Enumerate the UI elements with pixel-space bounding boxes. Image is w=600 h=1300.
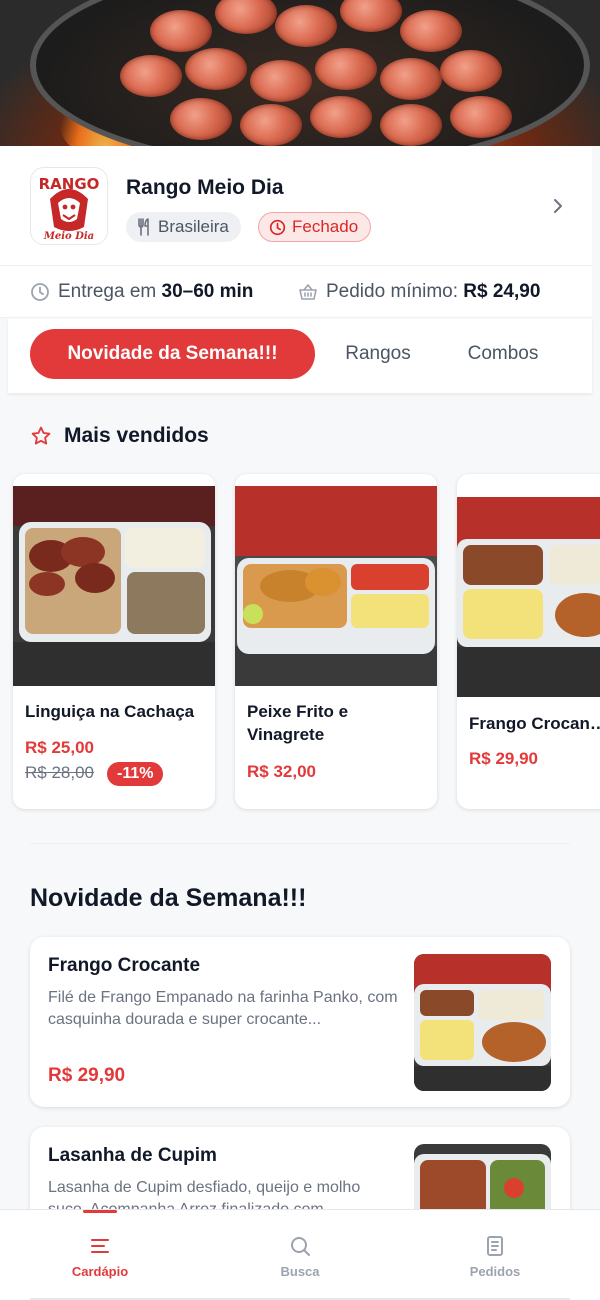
- basket-icon: [299, 283, 317, 300]
- product-image: [235, 486, 437, 686]
- product-card[interactable]: Peixe Frito e Vinagrete R$ 32,00: [235, 474, 437, 809]
- nav-busca[interactable]: Busca: [200, 1210, 400, 1300]
- active-indicator: [83, 1210, 117, 1213]
- category-tabs: Novidade da Semana!!! Rangos Combos: [8, 319, 592, 393]
- status-label: Fechado: [292, 217, 359, 236]
- search-icon: [291, 1237, 310, 1256]
- status-badge: Fechado: [258, 212, 372, 242]
- product-image: [457, 497, 600, 697]
- nav-label: Pedidos: [469, 1264, 521, 1279]
- store-header[interactable]: RANGO Meio Dia Rango Meio Dia Brasileira…: [0, 146, 592, 266]
- nav-label: Busca: [280, 1264, 320, 1279]
- tab-combos[interactable]: Combos: [458, 329, 548, 379]
- clock-icon: [269, 219, 286, 235]
- eta-value: 30–60 min: [161, 280, 254, 302]
- product-price: R$ 25,00: [25, 738, 94, 757]
- product-price: R$ 32,00: [247, 762, 316, 781]
- menu-item-image: [414, 954, 551, 1091]
- best-sellers-heading: Mais vendidos: [30, 424, 209, 448]
- menu-item-card[interactable]: Frango Crocante Filé de Frango Empanado …: [30, 937, 570, 1107]
- delivery-info: Entrega em 30–60 min Pedido mínimo: R$ 2…: [0, 266, 592, 318]
- tab-rangos[interactable]: Rangos: [336, 329, 420, 379]
- nav-label: Cardápio: [71, 1264, 129, 1279]
- product-name: Peixe Frito e Vinagrete: [247, 702, 349, 744]
- menu-item-title: Frango Crocante: [48, 955, 201, 976]
- product-name: Frango Crocan…: [469, 714, 600, 733]
- minimum-order: Pedido mínimo: R$ 24,90: [298, 281, 540, 303]
- cuisine-label: Brasileira: [158, 217, 229, 236]
- menu-item-description: Filé de Frango Empanado na farinha Panko…: [48, 989, 398, 1028]
- weekly-heading: Novidade da Semana!!!: [30, 884, 307, 912]
- product-old-price: R$ 28,00: [25, 763, 94, 782]
- hero-banner: [0, 0, 600, 146]
- discount-badge: -11%: [107, 762, 164, 786]
- product-card[interactable]: Linguiça na Cachaça R$ 25,00 R$ 28,00 -1…: [13, 474, 215, 809]
- star-icon: [31, 426, 51, 445]
- utensils-icon: [138, 218, 149, 236]
- store-name: Rango Meio Dia: [126, 176, 284, 199]
- best-sellers-title: Mais vendidos: [64, 424, 209, 447]
- tab-novidade[interactable]: Novidade da Semana!!!: [30, 329, 315, 379]
- bottom-nav: Cardápio Busca Pedidos: [0, 1209, 600, 1300]
- product-image: [13, 486, 215, 686]
- chevron-right-icon[interactable]: [550, 196, 566, 216]
- section-divider: [30, 843, 570, 844]
- clock-icon: [31, 282, 49, 301]
- menu-item-title: Lasanha de Cupim: [48, 1145, 217, 1166]
- minimum-value: R$ 24,90: [463, 280, 541, 302]
- cuisine-chip: Brasileira: [126, 212, 241, 242]
- product-name: Linguiça na Cachaça: [25, 702, 195, 721]
- logo-text-bottom: Meio Dia: [43, 231, 94, 242]
- store-logo: RANGO Meio Dia: [30, 167, 108, 245]
- receipt-icon: [487, 1236, 503, 1256]
- product-card[interactable]: Frango Crocan… R$ 29,90: [457, 474, 600, 809]
- delivery-eta: Entrega em 30–60 min: [30, 281, 253, 303]
- nav-pedidos[interactable]: Pedidos: [395, 1210, 595, 1300]
- menu-icon: [91, 1239, 109, 1253]
- nav-cardapio[interactable]: Cardápio: [0, 1210, 200, 1300]
- logo-text-top: RANGO: [39, 175, 100, 193]
- product-price: R$ 29,90: [469, 749, 538, 768]
- menu-item-price: R$ 29,90: [48, 1065, 126, 1086]
